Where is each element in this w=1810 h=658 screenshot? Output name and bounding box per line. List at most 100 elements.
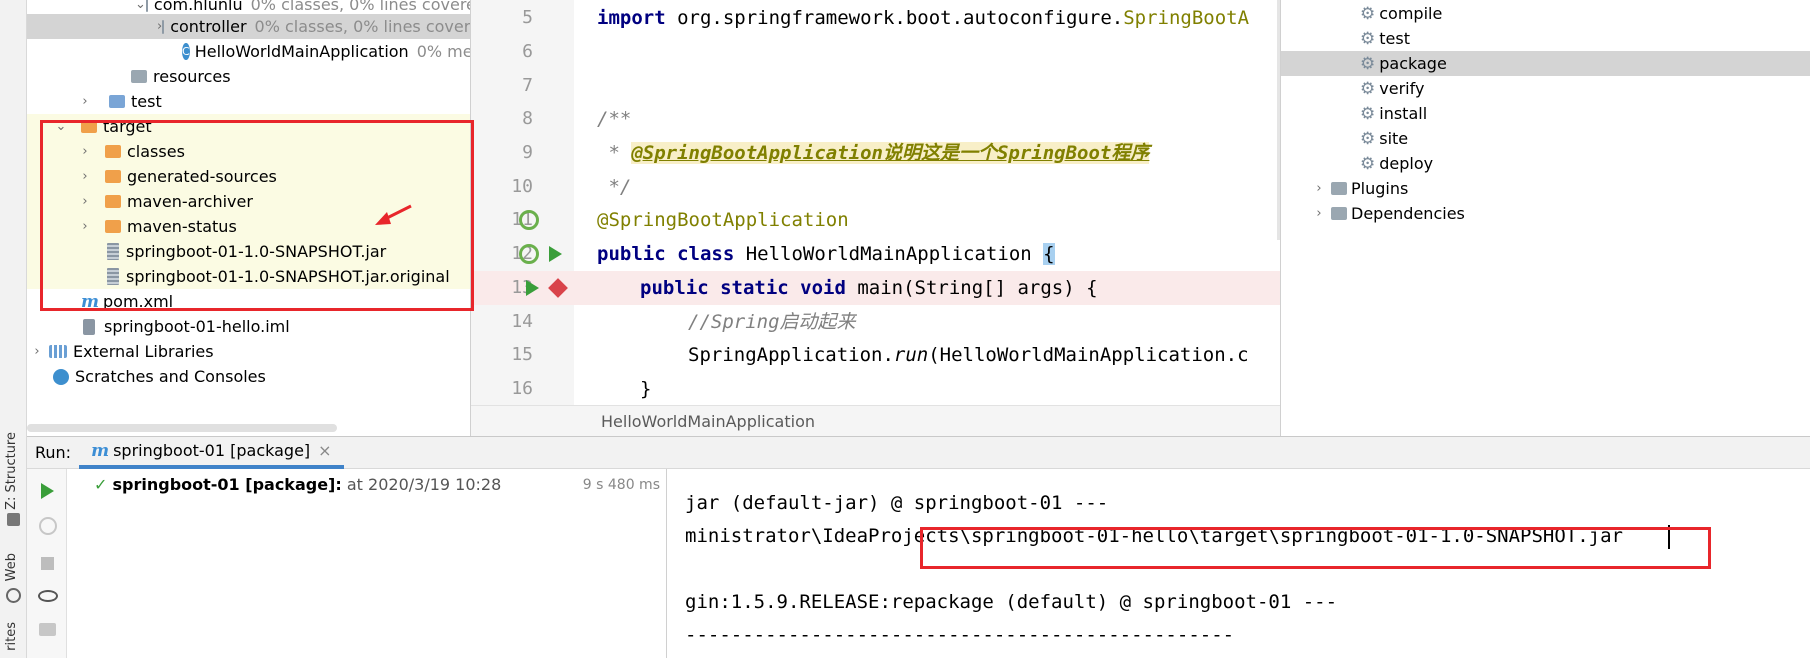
tree-item-main-class[interactable]: C HelloWorldMainApplication 0% methods xyxy=(27,39,470,64)
text-cursor xyxy=(1668,525,1670,549)
left-tool-strip: Z: Structure Web rites xyxy=(0,0,27,658)
maven-dependencies-node[interactable]: › Dependencies xyxy=(1281,201,1810,226)
gear-icon: ⚙ xyxy=(1360,3,1376,24)
run-label: Run: xyxy=(35,443,72,462)
tree-item-iml[interactable]: springboot-01-hello.iml xyxy=(27,314,470,339)
coverage-text: 0% classes, 0% lines covered xyxy=(250,0,470,14)
maven-goal-label: package xyxy=(1379,54,1447,73)
jar-icon xyxy=(107,243,119,260)
code-text: @SpringBootApplication xyxy=(597,209,849,231)
console-line: ministrator\IdeaProjects\springboot-01-h… xyxy=(685,525,1623,547)
maven-goal-deploy[interactable]: ⚙ deploy xyxy=(1281,151,1810,176)
line-number: 13 xyxy=(511,277,533,298)
console-output[interactable]: jar (default-jar) @ springboot-01 --- mi… xyxy=(668,469,1810,658)
folder-icon xyxy=(105,170,121,183)
gear-icon: ⚙ xyxy=(1360,28,1376,49)
folder-icon xyxy=(105,195,121,208)
folder-icon xyxy=(105,145,121,158)
run-gutter-icon[interactable] xyxy=(526,280,539,296)
structure-icon xyxy=(7,513,20,526)
run-tab-label: springboot-01 [package] xyxy=(113,441,311,460)
code-editor[interactable]: 5 import org.springframework.boot.autoco… xyxy=(470,0,1280,436)
tree-item-label: com.hlunlu xyxy=(153,0,243,14)
maven-node-label: Dependencies xyxy=(1351,204,1465,223)
spring-bean-gutter-icon[interactable] xyxy=(519,210,539,230)
eye-icon[interactable] xyxy=(38,590,58,602)
code-text: SpringApplication.run(HelloWorldMainAppl… xyxy=(688,344,1249,366)
code-line-breakpoint: 13 public static void main(String[] args… xyxy=(471,271,1280,305)
chevron-right-icon[interactable]: › xyxy=(77,144,93,159)
web-tool-button[interactable]: Web xyxy=(4,553,19,581)
maven-goal-test[interactable]: ⚙ test xyxy=(1281,26,1810,51)
tree-item-pom[interactable]: m pom.xml xyxy=(27,289,470,314)
structure-tool-button[interactable]: Z: Structure xyxy=(4,432,19,510)
chevron-right-icon[interactable]: › xyxy=(1311,181,1327,196)
line-number: 7 xyxy=(522,75,533,96)
rerun-icon[interactable] xyxy=(41,483,54,499)
tree-item-test[interactable]: › test xyxy=(27,89,470,114)
spring-bean-gutter-icon[interactable] xyxy=(519,244,539,264)
maven-goal-package[interactable]: ⚙ package xyxy=(1281,51,1810,76)
tree-item-external-libraries[interactable]: › External Libraries xyxy=(27,339,470,364)
maven-goal-verify[interactable]: ⚙ verify xyxy=(1281,76,1810,101)
line-number: 9 xyxy=(522,142,533,163)
code-line: 9 * @SpringBootApplication说明这是一个SpringBo… xyxy=(471,136,1280,170)
pause-icon[interactable] xyxy=(39,517,57,535)
tree-item-classes[interactable]: › classes xyxy=(27,139,470,164)
chevron-right-icon[interactable]: › xyxy=(77,219,93,234)
maven-goal-label: verify xyxy=(1379,79,1425,98)
line-number: 10 xyxy=(511,176,533,197)
tree-item-controller[interactable]: › controller 0% classes, 0% lines covere… xyxy=(27,14,470,39)
breakpoint-icon[interactable] xyxy=(548,278,568,298)
tree-item-label: maven-status xyxy=(127,217,237,236)
gear-icon: ⚙ xyxy=(1360,128,1376,149)
code-text: public static void main(String[] args) { xyxy=(640,277,1098,299)
tree-item-generated-sources[interactable]: › generated-sources xyxy=(27,164,470,189)
chevron-right-icon[interactable]: › xyxy=(1311,206,1327,221)
editor-breadcrumb[interactable]: HelloWorldMainApplication xyxy=(471,405,1280,436)
tree-item-resources[interactable]: resources xyxy=(27,64,470,89)
maven-goal-compile[interactable]: ⚙ compile xyxy=(1281,1,1810,26)
maven-goal-label: test xyxy=(1379,29,1410,48)
resources-folder-icon xyxy=(131,70,147,83)
run-gutter-icon[interactable] xyxy=(549,246,562,262)
chevron-right-icon[interactable]: › xyxy=(29,344,45,359)
camera-icon[interactable] xyxy=(39,623,56,636)
code-text: /** xyxy=(597,108,632,130)
maven-goal-site[interactable]: ⚙ site xyxy=(1281,126,1810,151)
maven-panel: ⚙ compile ⚙ test ⚙ package ⚙ verify ⚙ install… xyxy=(1280,0,1810,436)
tree-item-label: HelloWorldMainApplication xyxy=(194,42,409,61)
tree-item-scratches[interactable]: Scratches and Consoles xyxy=(27,364,470,389)
gear-icon: ⚙ xyxy=(1360,78,1376,99)
package-icon xyxy=(162,19,165,34)
chevron-down-icon[interactable]: ⌄ xyxy=(135,0,146,12)
run-task-row[interactable]: ✓ springboot-01 [package]: at 2020/3/19 … xyxy=(94,475,501,494)
code-line: 15 SpringApplication.run(HelloWorldMainA… xyxy=(471,338,1280,372)
code-text: */ xyxy=(597,176,632,198)
close-icon[interactable]: × xyxy=(318,441,331,460)
scratches-icon xyxy=(53,368,69,385)
horizontal-scrollbar[interactable] xyxy=(27,424,337,432)
chevron-right-icon[interactable]: › xyxy=(77,94,93,109)
tree-item-label: Scratches and Consoles xyxy=(75,367,266,386)
tree-item-jar[interactable]: springboot-01-1.0-SNAPSHOT.jar xyxy=(27,239,470,264)
run-tab[interactable]: m springboot-01 [package] × xyxy=(79,436,344,469)
iml-file-icon xyxy=(83,318,95,335)
maven-goal-label: compile xyxy=(1379,4,1443,23)
maven-plugins-node[interactable]: › Plugins xyxy=(1281,176,1810,201)
folder-icon xyxy=(105,220,121,233)
tree-item-label: External Libraries xyxy=(73,342,214,361)
line-number: 6 xyxy=(522,41,533,62)
plugins-folder-icon xyxy=(1331,182,1347,195)
maven-goal-install[interactable]: ⚙ install xyxy=(1281,101,1810,126)
tree-item-jar-original[interactable]: springboot-01-1.0-SNAPSHOT.jar.original xyxy=(27,264,470,289)
line-number: 16 xyxy=(511,378,533,399)
chevron-down-icon[interactable]: ⌄ xyxy=(53,119,69,134)
line-number: 14 xyxy=(511,311,533,332)
stop-icon[interactable] xyxy=(41,557,54,570)
tree-item-label: springboot-01-hello.iml xyxy=(104,317,290,336)
favorites-tool-button[interactable]: rites xyxy=(4,622,19,651)
tree-item-target[interactable]: ⌄ target xyxy=(27,114,470,139)
chevron-right-icon[interactable]: › xyxy=(77,169,93,184)
chevron-right-icon[interactable]: › xyxy=(77,194,93,209)
